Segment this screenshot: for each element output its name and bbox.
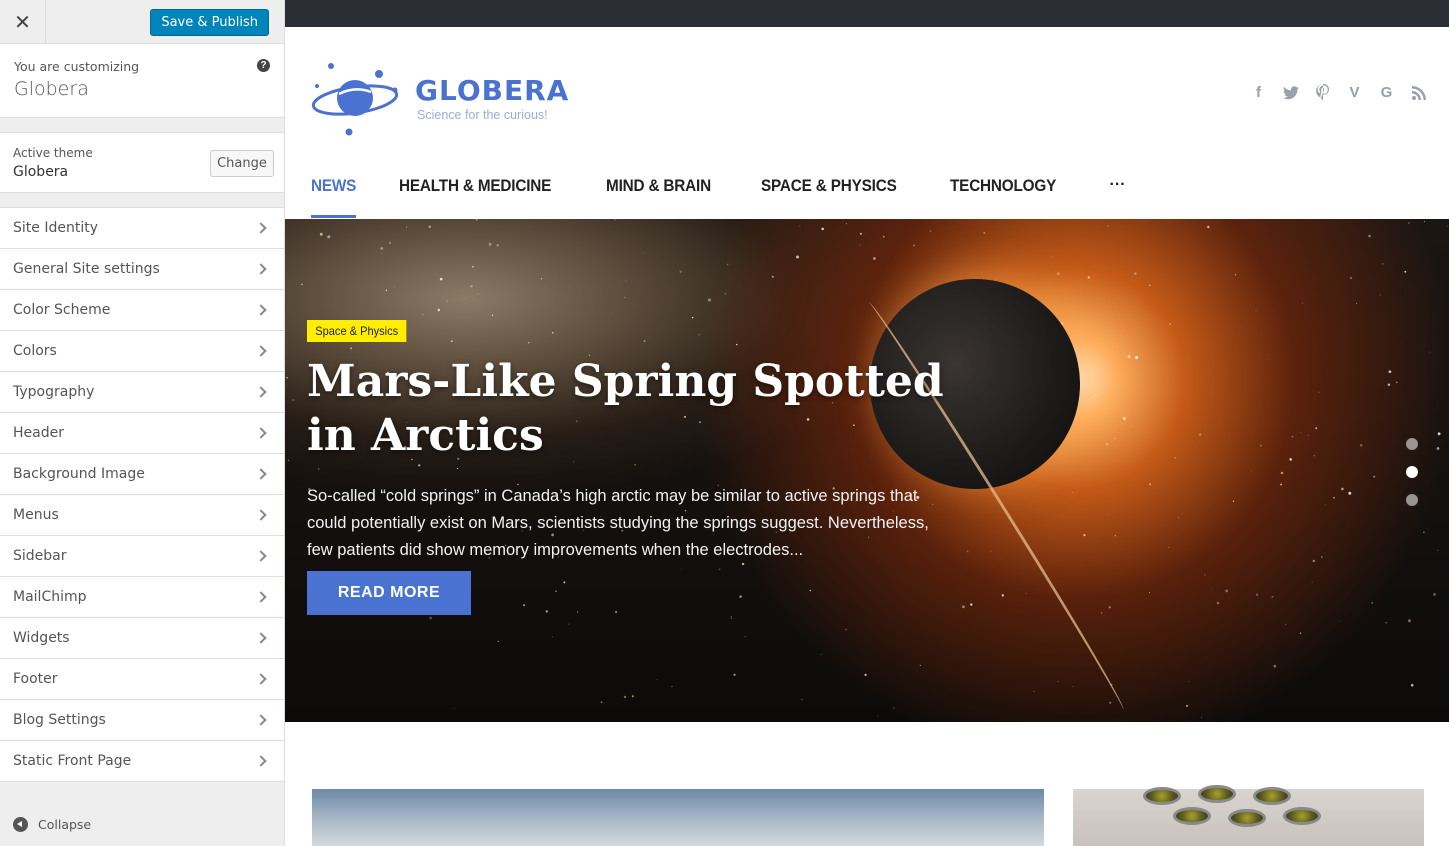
hero-slider: Space & Physics Mars-Like Spring Spotted… bbox=[285, 219, 1449, 722]
post-card-image[interactable] bbox=[312, 789, 1044, 846]
chevron-right-icon bbox=[255, 263, 267, 275]
customizer-sidebar: ✕ Save & Publish You are customizing Glo… bbox=[0, 0, 285, 846]
read-more-button[interactable]: READ MORE bbox=[307, 571, 471, 615]
top-bar bbox=[285, 0, 1449, 27]
active-theme-panel: Active theme Globera Change bbox=[0, 132, 284, 193]
customizer-header: ✕ Save & Publish bbox=[0, 0, 284, 44]
rss-icon[interactable] bbox=[1410, 84, 1427, 101]
slider-pagination bbox=[1406, 438, 1418, 506]
collapse-button[interactable]: Collapse bbox=[13, 817, 91, 832]
nav-item-health-medicine[interactable]: HEALTH & MEDICINE bbox=[399, 176, 551, 218]
collapse-label: Collapse bbox=[38, 817, 92, 832]
help-icon[interactable]: ? bbox=[257, 59, 270, 72]
collapse-arrow-icon bbox=[13, 817, 28, 832]
section-widgets[interactable]: Widgets bbox=[0, 618, 284, 659]
section-blog-settings[interactable]: Blog Settings bbox=[0, 700, 284, 741]
chevron-right-icon bbox=[255, 222, 267, 234]
social-links: f V G bbox=[1250, 84, 1427, 101]
section-label: Site Identity bbox=[13, 220, 98, 236]
section-footer[interactable]: Footer bbox=[0, 659, 284, 700]
customizer-sections: Site Identity General Site settings Colo… bbox=[0, 207, 284, 782]
section-label: Static Front Page bbox=[13, 753, 132, 769]
section-label: Blog Settings bbox=[13, 712, 106, 728]
slider-dot[interactable] bbox=[1406, 494, 1418, 506]
category-badge[interactable]: Space & Physics bbox=[307, 320, 407, 342]
planet-logo-icon bbox=[311, 63, 399, 136]
hero-title[interactable]: Mars-Like Spring Spotted in Arctics bbox=[307, 355, 1007, 463]
section-menus[interactable]: Menus bbox=[0, 495, 284, 536]
section-color-scheme[interactable]: Color Scheme bbox=[0, 290, 284, 331]
change-theme-button[interactable]: Change bbox=[210, 150, 274, 177]
chevron-right-icon bbox=[255, 386, 267, 398]
customizing-label: You are customizing bbox=[14, 59, 140, 74]
section-label: Background Image bbox=[13, 466, 145, 482]
chevron-right-icon bbox=[255, 755, 267, 767]
slider-dot-active[interactable] bbox=[1406, 466, 1418, 478]
save-publish-button[interactable]: Save & Publish bbox=[150, 9, 269, 36]
section-label: Typography bbox=[13, 384, 95, 400]
section-label: Sidebar bbox=[13, 548, 67, 564]
chevron-right-icon bbox=[255, 468, 267, 480]
nav-item-technology[interactable]: TECHNOLOGY bbox=[950, 176, 1056, 218]
surgical-lamp-image bbox=[1228, 809, 1266, 827]
section-colors[interactable]: Colors bbox=[0, 331, 284, 372]
chevron-right-icon bbox=[255, 673, 267, 685]
section-label: Menus bbox=[13, 507, 59, 523]
site-preview: GLOBERA Science for the curious! f V G N… bbox=[285, 0, 1449, 846]
section-header[interactable]: Header bbox=[0, 413, 284, 454]
main-navigation: NEWS HEALTH & MEDICINE MIND & BRAIN SPAC… bbox=[311, 176, 1126, 218]
section-label: Color Scheme bbox=[13, 302, 111, 318]
surgical-lamp-image bbox=[1143, 787, 1181, 805]
logo-title: GLOBERA bbox=[415, 74, 570, 107]
section-static-front-page[interactable]: Static Front Page bbox=[0, 741, 284, 782]
chevron-right-icon bbox=[255, 591, 267, 603]
section-label: Header bbox=[13, 425, 64, 441]
close-icon[interactable]: ✕ bbox=[0, 0, 46, 44]
section-background-image[interactable]: Background Image bbox=[0, 454, 284, 495]
section-general-site-settings[interactable]: General Site settings bbox=[0, 249, 284, 290]
hero-excerpt: So-called “cold springs” in Canada’s hig… bbox=[307, 487, 929, 559]
starfield-background bbox=[286, 219, 1448, 719]
site-tagline: Science for the curious! bbox=[417, 108, 548, 122]
logo-text: GLOBERA Science for the curious! bbox=[415, 74, 570, 123]
section-mailchimp[interactable]: MailChimp bbox=[0, 577, 284, 618]
surgical-lamp-image bbox=[1198, 785, 1236, 803]
nav-item-space-physics[interactable]: SPACE & PHYSICS bbox=[761, 176, 897, 218]
section-label: MailChimp bbox=[13, 589, 87, 605]
chevron-right-icon bbox=[255, 550, 267, 562]
surgical-lamp-image bbox=[1283, 807, 1321, 825]
chevron-right-icon bbox=[255, 714, 267, 726]
site-logo[interactable]: GLOBERA Science for the curious! bbox=[311, 60, 569, 138]
section-site-identity[interactable]: Site Identity bbox=[0, 208, 284, 249]
surgical-lamp-image bbox=[1173, 807, 1211, 825]
surgical-lamp-image bbox=[1253, 787, 1291, 805]
chevron-right-icon bbox=[255, 304, 267, 316]
facebook-icon[interactable]: f bbox=[1250, 84, 1267, 101]
post-card-image[interactable] bbox=[1073, 785, 1424, 846]
chevron-right-icon bbox=[255, 427, 267, 439]
section-sidebar[interactable]: Sidebar bbox=[0, 536, 284, 577]
customizing-info: You are customizing Globera ? bbox=[0, 44, 284, 118]
section-label: Widgets bbox=[13, 630, 70, 646]
section-typography[interactable]: Typography bbox=[0, 372, 284, 413]
nav-more-icon[interactable]: ··· bbox=[1110, 176, 1126, 218]
vimeo-icon[interactable]: V bbox=[1346, 84, 1363, 101]
nav-item-news[interactable]: NEWS bbox=[311, 176, 357, 218]
twitter-icon[interactable] bbox=[1282, 84, 1299, 101]
chevron-right-icon bbox=[255, 509, 267, 521]
chevron-right-icon bbox=[255, 345, 267, 357]
nav-item-mind-brain[interactable]: MIND & BRAIN bbox=[606, 176, 711, 218]
pinterest-icon[interactable] bbox=[1314, 84, 1331, 101]
chevron-right-icon bbox=[255, 632, 267, 644]
section-label: Footer bbox=[13, 671, 58, 687]
slider-dot[interactable] bbox=[1406, 438, 1418, 450]
google-icon[interactable]: G bbox=[1378, 84, 1395, 101]
section-label: Colors bbox=[13, 343, 57, 359]
section-label: General Site settings bbox=[13, 261, 160, 277]
site-name: Globera bbox=[14, 78, 89, 100]
